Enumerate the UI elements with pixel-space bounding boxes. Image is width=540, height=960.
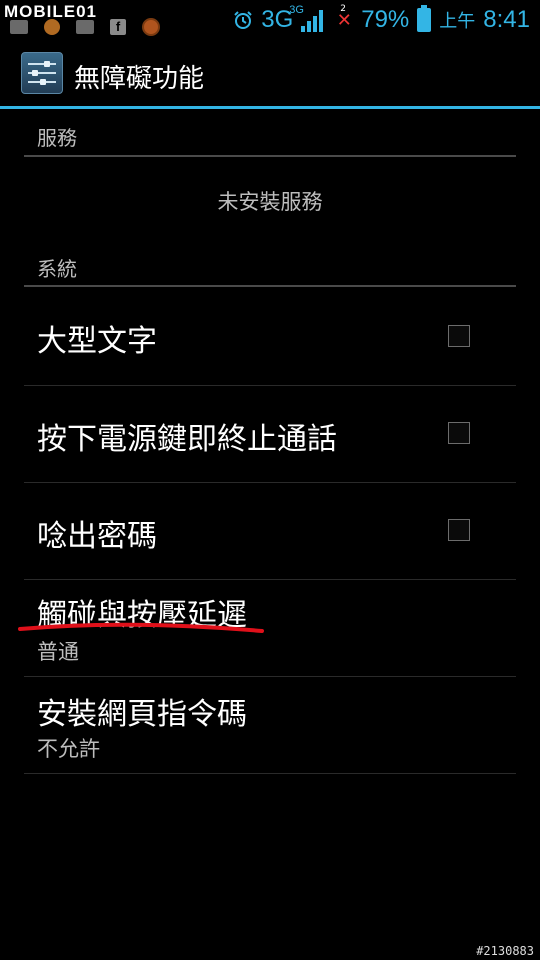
setting-title: 唸出密碼 <box>37 519 157 554</box>
setting-speak-passwords[interactable]: 唸出密碼 <box>0 483 540 579</box>
image-id: #2130883 <box>476 944 534 958</box>
app-icon <box>44 19 60 35</box>
am-pm: 上午 <box>439 11 476 32</box>
setting-title: 安裝網頁指令碼 <box>37 697 247 732</box>
setting-power-ends-call[interactable]: 按下電源鍵即終止通話 <box>0 386 540 482</box>
action-bar-divider <box>0 106 540 109</box>
setting-summary: 不允許 <box>37 737 100 761</box>
setting-large-text[interactable]: 大型文字 <box>0 288 540 385</box>
network-type: 3G 3G <box>261 4 304 33</box>
settings-sliders-icon[interactable] <box>21 52 63 94</box>
empty-services-text: 未安裝服務 <box>217 190 323 214</box>
setting-summary: 普通 <box>37 640 79 664</box>
section-divider <box>24 285 516 287</box>
status-bar: MOBILE01 f 3G 3G 2 ✕ 79% 上午 8:41 <box>0 0 540 38</box>
signal-icon <box>301 8 327 32</box>
list-divider <box>24 773 516 774</box>
alarm-icon <box>234 11 252 29</box>
section-header-system: 系統 <box>37 257 77 281</box>
setting-title: 按下電源鍵即終止通話 <box>37 422 337 457</box>
battery-icon <box>417 5 432 32</box>
battery-percent: 79% <box>361 6 410 33</box>
large-text-checkbox[interactable] <box>448 325 470 347</box>
image-icon <box>10 20 28 34</box>
setting-install-web-scripts[interactable]: 安裝網頁指令碼 不允許 <box>0 677 540 773</box>
red-underline-annotation <box>18 622 264 633</box>
speak-passwords-checkbox[interactable] <box>448 519 470 541</box>
section-header-services: 服務 <box>37 126 77 150</box>
power-ends-call-checkbox[interactable] <box>448 422 470 444</box>
page-title: 無障礙功能 <box>74 64 205 94</box>
setting-title: 大型文字 <box>37 324 157 359</box>
section-divider <box>24 155 516 157</box>
clock: 8:41 <box>483 6 530 33</box>
missed-notification-icon: 2 ✕ <box>336 3 352 31</box>
power-icon <box>142 18 160 36</box>
action-bar: 無障礙功能 <box>0 38 540 106</box>
status-indicators: 3G 3G 2 ✕ 79% 上午 8:41 <box>233 4 530 36</box>
notification-icons: f <box>10 18 160 36</box>
message-icon <box>76 20 94 34</box>
facebook-icon: f <box>110 19 126 35</box>
